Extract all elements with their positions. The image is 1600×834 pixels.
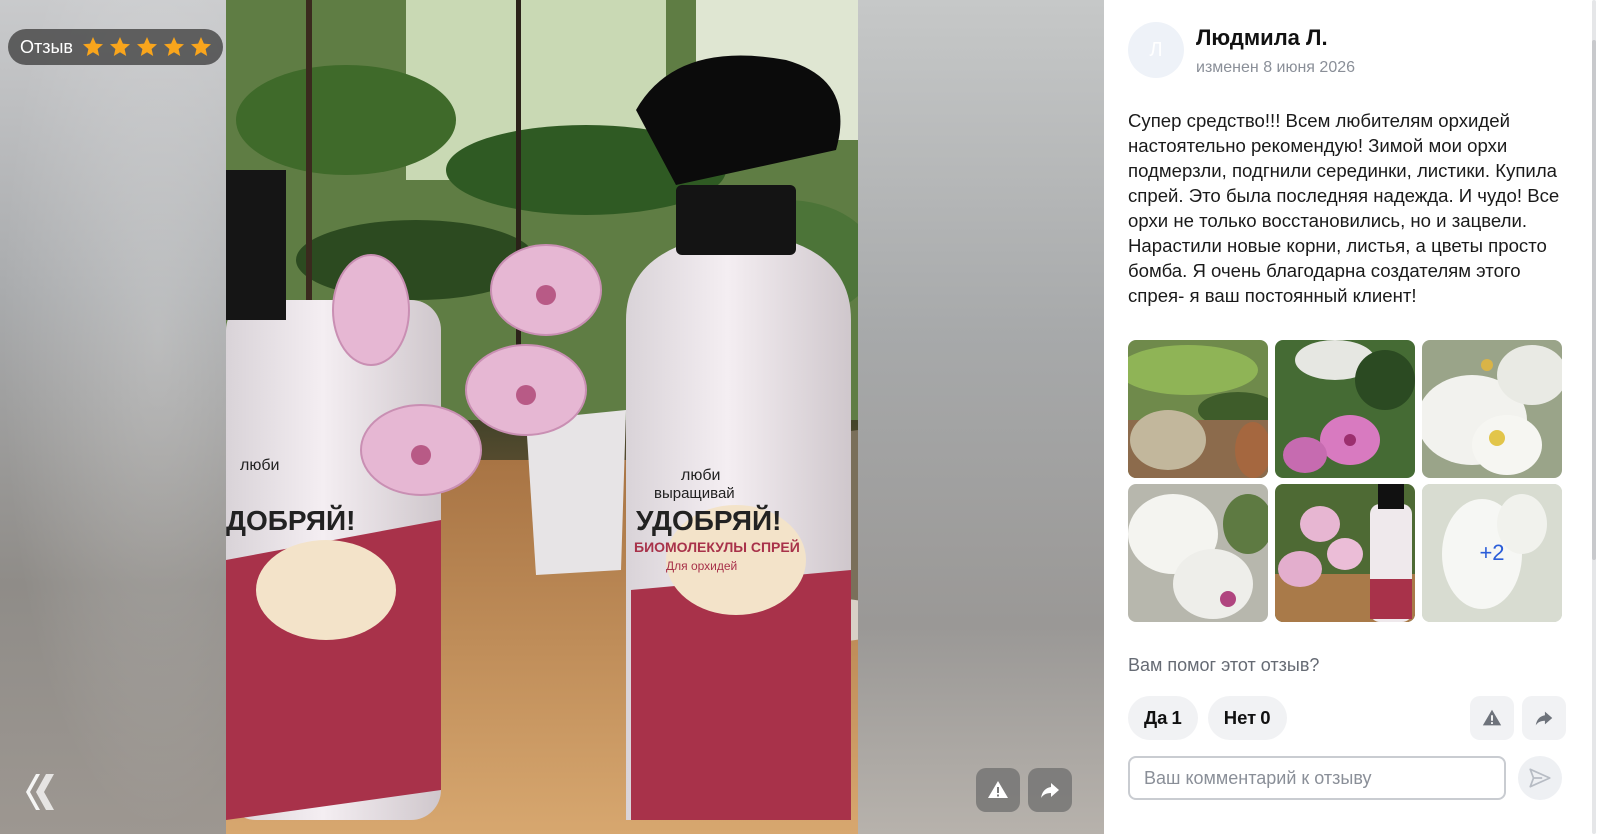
review-text: Супер средство!!! Всем любителям орхидей… xyxy=(1128,110,1560,306)
photo-actions xyxy=(976,768,1072,812)
scrollbar-thumb[interactable] xyxy=(1592,40,1596,560)
report-icon xyxy=(1482,709,1502,726)
share-icon xyxy=(1041,783,1059,798)
comment-input[interactable] xyxy=(1128,756,1506,800)
vote-no-button[interactable]: Нет 0 xyxy=(1207,696,1287,740)
badge-label: Отзыв xyxy=(20,36,73,57)
media-viewer: люби выращивай УДОБРЯЙ! БИОМОЛЕКУЛЫ СПРЕ… xyxy=(0,0,1104,834)
review-panel: Л Людмила Л. изменен 8 июня 2026 Супер с… xyxy=(1104,0,1600,834)
brand-logo-icon xyxy=(26,774,54,810)
photo-label-line5: Для орхидей xyxy=(666,559,737,573)
vote-yes-label: Да xyxy=(1144,707,1168,728)
report-icon xyxy=(988,781,1008,798)
review-thumbnails: +2 xyxy=(1128,340,1600,622)
review-actions xyxy=(1470,696,1566,740)
star-icon xyxy=(191,37,211,56)
avatar: Л xyxy=(1128,22,1184,78)
svg-text:люби: люби xyxy=(240,457,279,474)
review-photo[interactable]: люби выращивай УДОБРЯЙ! БИОМОЛЕКУЛЫ СПРЕ… xyxy=(226,0,858,834)
author-row: Л Людмила Л. изменен 8 июня 2026 xyxy=(1128,22,1600,78)
photo-label-line4: БИОМОЛЕКУЛЫ СПРЕЙ xyxy=(634,538,800,555)
thumbnail[interactable] xyxy=(1275,340,1415,478)
blurred-background-right xyxy=(858,0,1104,834)
vote-row: Да 1 Нет 0 xyxy=(1128,696,1600,740)
vote-yes-count: 1 xyxy=(1171,707,1182,728)
svg-text:ДОБРЯЙ!: ДОБРЯЙ! xyxy=(226,504,355,536)
send-icon xyxy=(1529,768,1551,788)
star-icon xyxy=(110,37,130,56)
thumbnail[interactable] xyxy=(1422,340,1562,478)
vote-no-label: Нет xyxy=(1223,707,1257,728)
send-comment-button[interactable] xyxy=(1518,756,1562,800)
star-icon xyxy=(83,37,103,56)
thumbnail[interactable] xyxy=(1128,340,1268,478)
thumbnail[interactable] xyxy=(1275,484,1415,622)
vote-yes-button[interactable]: Да 1 xyxy=(1128,696,1198,740)
thumbnail[interactable] xyxy=(1128,484,1268,622)
more-photos-count: +2 xyxy=(1422,484,1562,622)
vote-no-count: 0 xyxy=(1260,707,1271,728)
share-icon xyxy=(1535,711,1553,726)
thumbnail-more[interactable]: +2 xyxy=(1422,484,1562,622)
star-icon xyxy=(137,37,157,56)
share-review-button[interactable] xyxy=(1522,696,1566,740)
share-button[interactable] xyxy=(1028,768,1072,812)
review-rating-badge: Отзыв xyxy=(8,29,223,65)
author-name: Людмила Л. xyxy=(1196,25,1328,50)
blurred-background-left xyxy=(0,0,226,834)
comment-row xyxy=(1128,756,1600,800)
photo-label-line1: люби xyxy=(681,467,720,484)
report-review-button[interactable] xyxy=(1470,696,1514,740)
rating-stars xyxy=(81,35,213,59)
photo-label-line2: выращивай xyxy=(654,485,735,502)
photo-label-line3: УДОБРЯЙ! xyxy=(636,504,781,536)
helpful-question: Вам помог этот отзыв? xyxy=(1128,655,1320,675)
review-date: изменен 8 июня 2026 xyxy=(1196,59,1356,76)
star-icon xyxy=(164,37,184,56)
report-button[interactable] xyxy=(976,768,1020,812)
